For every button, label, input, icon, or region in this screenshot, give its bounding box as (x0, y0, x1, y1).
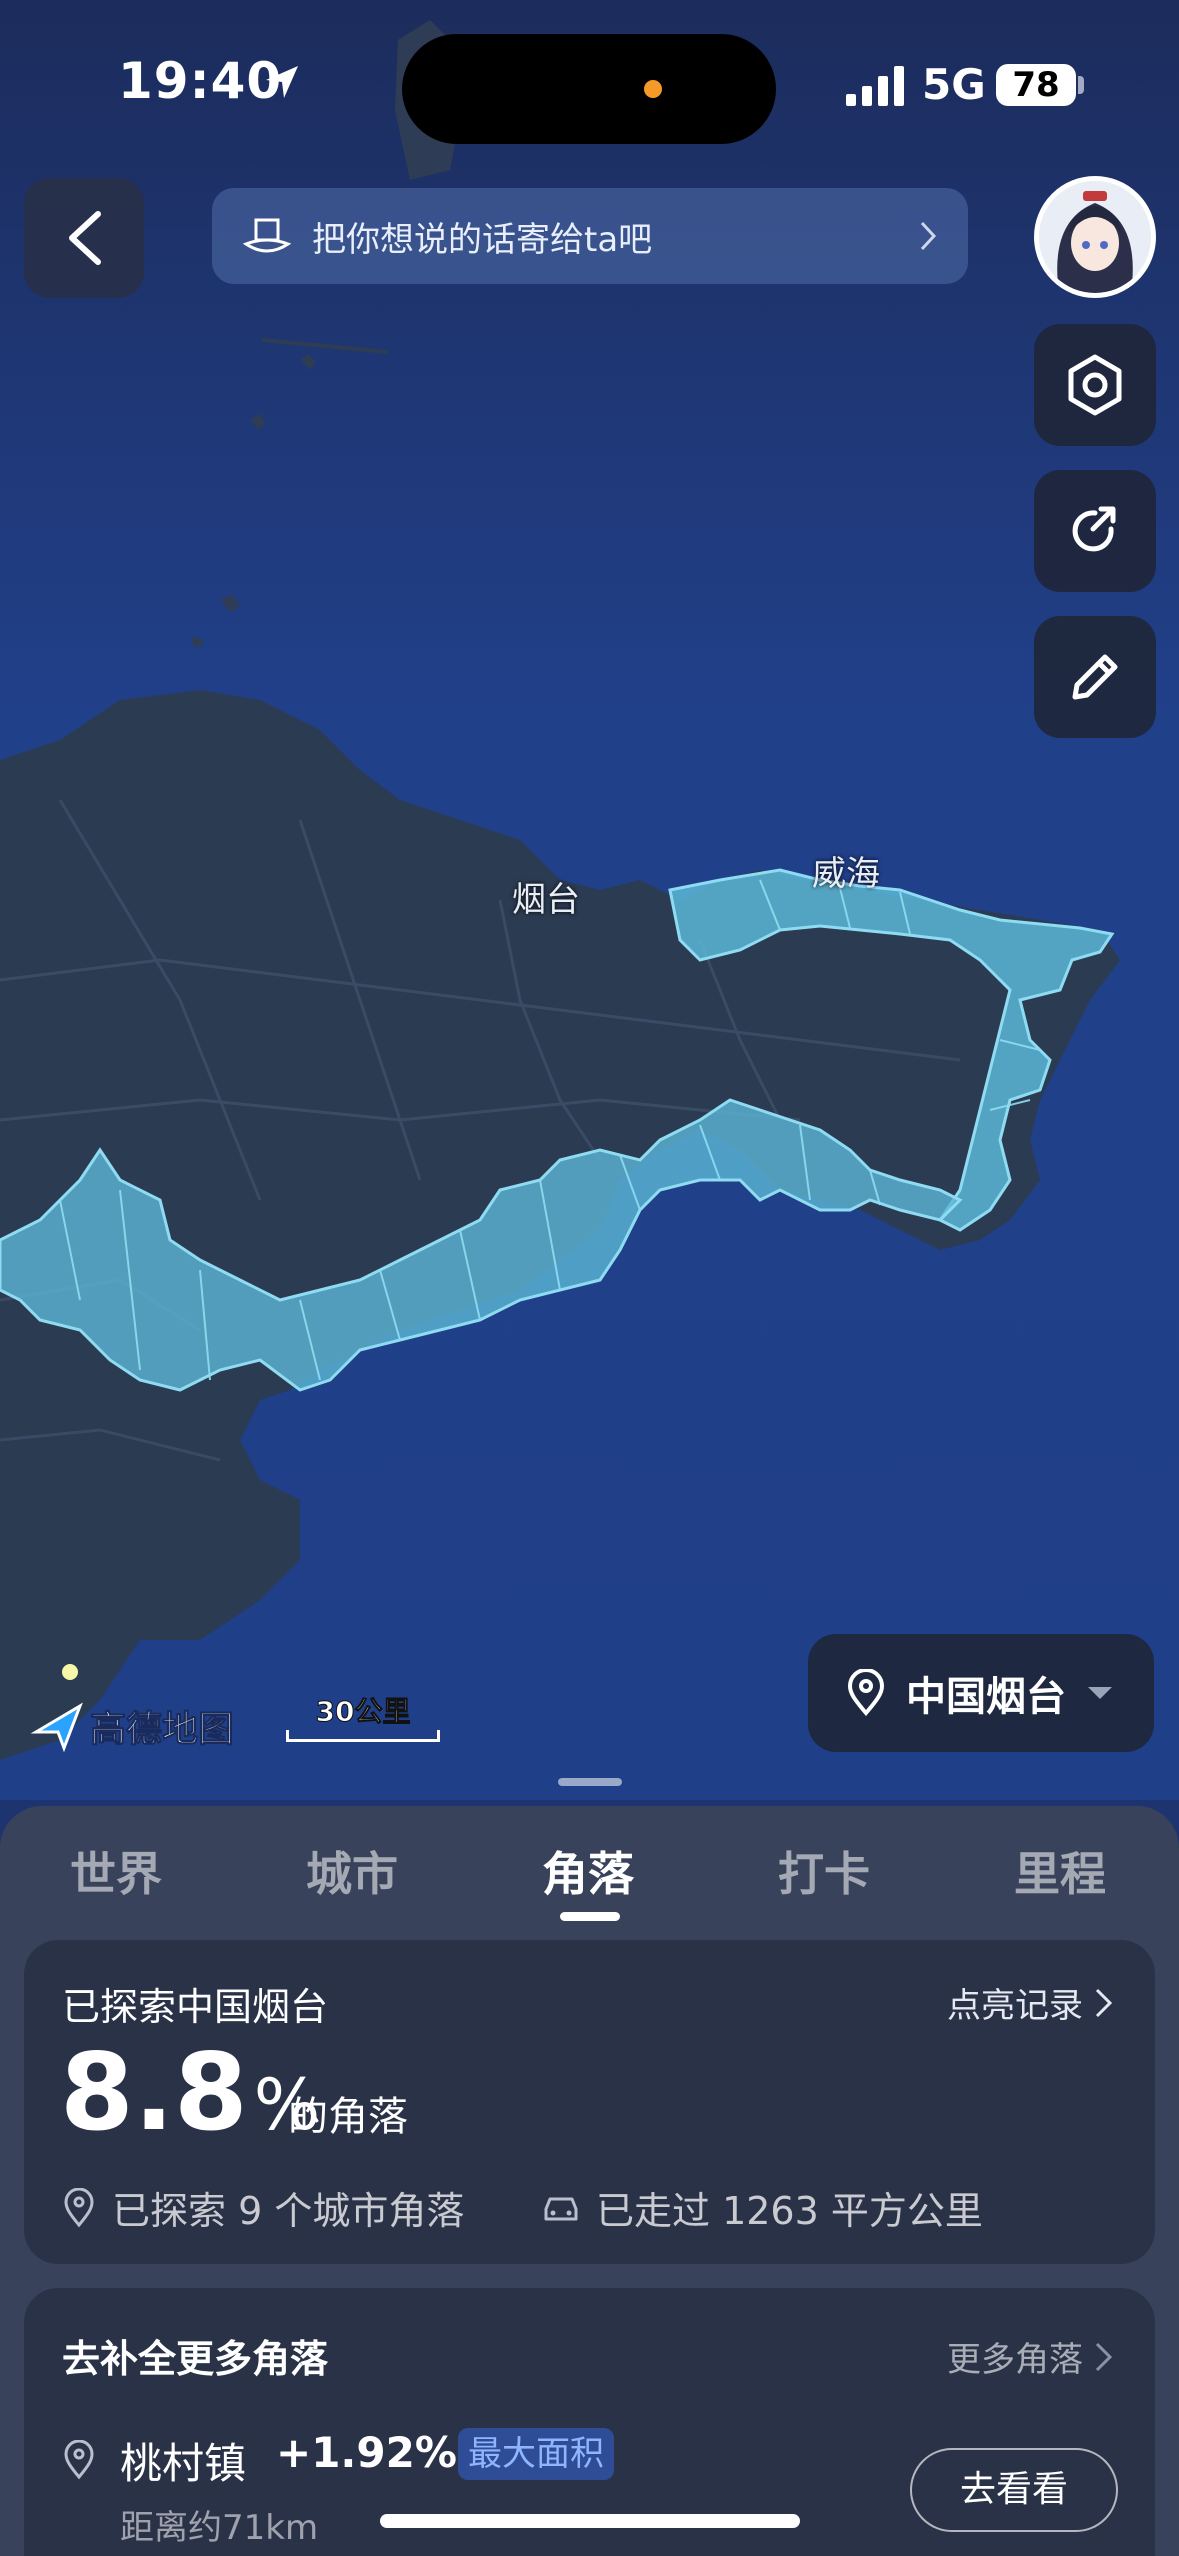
tab-world[interactable]: 世界 (70, 1838, 162, 1904)
chevron-right-icon (1095, 1988, 1113, 2017)
active-tab-indicator (560, 1912, 620, 1921)
pencil-icon (1072, 654, 1118, 700)
corner-badge: 最大面积 (458, 2428, 614, 2480)
status-time: 19:40 (118, 52, 283, 110)
go-see-button[interactable]: 去看看 (910, 2448, 1118, 2532)
amap-logo-icon (30, 1702, 83, 1753)
stat-area: 已走过 1263 平方公里 (540, 2180, 983, 2235)
map-scale: 30公里 (286, 1690, 440, 1742)
avatar-image (1039, 181, 1151, 293)
map-label-weihai: 威海 (812, 854, 880, 894)
chevron-right-icon (1095, 2342, 1113, 2371)
stat-corners-text: 已探索 9 个城市角落 (112, 2189, 465, 2233)
tab-corner[interactable]: 角落 (542, 1838, 634, 1904)
location-pin-icon (64, 2440, 94, 2480)
light-record-label: 点亮记录 (947, 1986, 1083, 2026)
light-record-link[interactable]: 点亮记录 (947, 1978, 1115, 2027)
explored-percent-value: 8.8 (60, 2031, 248, 2154)
user-location-dot (62, 1664, 78, 1680)
car-icon (544, 2197, 578, 2220)
map-provider-name: 高德地图 (89, 1709, 235, 1751)
map-scale-bar (286, 1730, 440, 1742)
corner-percent: +1.92% (276, 2428, 457, 2477)
dynamic-island (402, 34, 776, 144)
more-corners-link-label: 更多角落 (947, 2340, 1083, 2380)
tab-checkin[interactable]: 打卡 (778, 1838, 870, 1904)
edit-button[interactable] (1034, 616, 1156, 738)
corner-distance: 距离约71km (120, 2508, 319, 2548)
explored-percent: 8.8% (60, 2040, 320, 2146)
camera-indicator-dot (644, 80, 662, 98)
message-bar[interactable]: 把你想说的话寄给ta吧 (212, 188, 968, 284)
map-provider-logo: 高德地图 (30, 1698, 235, 1754)
tab-mileage[interactable]: 里程 (1014, 1838, 1106, 1904)
sheet-grabber[interactable] (558, 1778, 622, 1786)
battery-cap (1078, 76, 1084, 94)
location-pin-icon (64, 2187, 94, 2227)
region-name: 中国烟台 (906, 1674, 1066, 1720)
battery-level: 78 (996, 64, 1076, 106)
home-indicator[interactable] (380, 2514, 800, 2528)
region-selector[interactable]: 中国烟台 (808, 1634, 1154, 1752)
message-placeholder: 把你想说的话寄给ta吧 (312, 219, 653, 260)
more-corners-link[interactable]: 更多角落 (947, 2332, 1115, 2381)
chevron-left-icon (69, 211, 101, 265)
status-bar: 19:40 5G 78 (0, 0, 1179, 170)
cellular-signal-icon (846, 66, 904, 106)
back-button[interactable] (24, 178, 144, 298)
hexagon-settings-button[interactable] (1034, 324, 1156, 446)
hexagon-nut-icon (1068, 354, 1122, 416)
stat-area-text: 已走过 1263 平方公里 (596, 2189, 983, 2233)
avatar[interactable] (1034, 176, 1156, 298)
location-pin-icon (847, 1669, 885, 1717)
tab-city[interactable]: 城市 (306, 1838, 398, 1904)
network-type: 5G (922, 60, 986, 109)
map-label-yantai: 烟台 (512, 880, 580, 920)
tab-bar: 世界 城市 角落 打卡 里程 (0, 1838, 1179, 1938)
share-button[interactable] (1034, 470, 1156, 592)
more-corners-title: 去补全更多角落 (62, 2337, 329, 2381)
explored-title: 已探索中国烟台 (62, 1985, 329, 2029)
stat-corners: 已探索 9 个城市角落 (62, 2180, 464, 2235)
corner-name: 桃村镇 (120, 2439, 247, 2488)
hat-icon (242, 218, 292, 253)
location-arrow-icon (266, 66, 298, 98)
chevron-right-icon (920, 221, 937, 251)
caret-down-icon (1088, 1687, 1112, 1699)
map-scale-label: 30公里 (315, 1695, 411, 1729)
explored-suffix: 的角落 (288, 2094, 408, 2140)
share-icon (1072, 506, 1116, 552)
explored-card: 已探索中国烟台 点亮记录 8.8% 的角落 已探索 9 个城市角落 已走过 12… (24, 1940, 1155, 2264)
